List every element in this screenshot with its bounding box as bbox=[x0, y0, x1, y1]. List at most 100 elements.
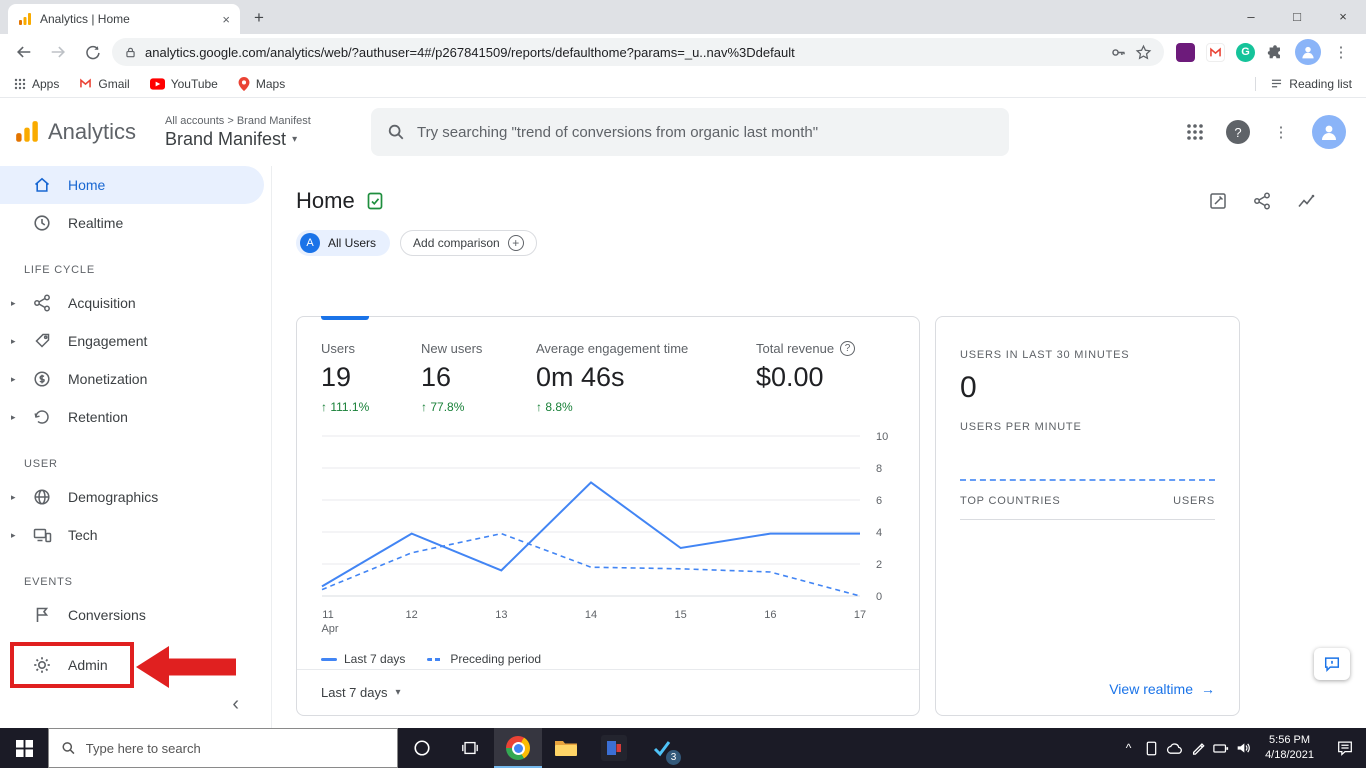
task-view-button[interactable] bbox=[446, 728, 494, 768]
sidebar-item-home[interactable]: Home bbox=[0, 166, 264, 204]
taskbar-search-box[interactable] bbox=[48, 728, 398, 768]
analytics-search-bar[interactable] bbox=[371, 108, 1009, 156]
new-tab-button[interactable]: + bbox=[246, 5, 272, 31]
page-title: Home bbox=[296, 188, 385, 214]
share-icon[interactable] bbox=[1252, 191, 1272, 211]
users-column-label: USERS bbox=[1173, 495, 1215, 507]
trend-chart-wrap: 0 2 4 6 8 10 11 12 13 14 15 16 17 Apr bbox=[321, 430, 895, 640]
action-center-button[interactable] bbox=[1324, 728, 1366, 768]
header-kebab-icon[interactable]: ⋮ bbox=[1272, 123, 1290, 141]
taskbar-chrome-button[interactable] bbox=[494, 728, 542, 768]
tray-cloud-icon[interactable] bbox=[1163, 728, 1186, 768]
bookmark-apps[interactable]: Apps bbox=[14, 77, 59, 91]
password-key-icon[interactable] bbox=[1110, 44, 1127, 61]
gmail-extension-icon[interactable] bbox=[1206, 42, 1225, 62]
taskbar-search-input[interactable] bbox=[85, 740, 385, 756]
date-range-selector[interactable]: Last 7 days ▾ bbox=[297, 669, 919, 715]
analytics-logo[interactable]: Analytics bbox=[0, 119, 165, 145]
bookmark-gmail[interactable]: Gmail bbox=[79, 76, 130, 91]
expand-arrow-icon[interactable]: ▸ bbox=[11, 530, 16, 541]
window-maximize-button[interactable]: □ bbox=[1274, 0, 1320, 33]
window-close-button[interactable]: × bbox=[1320, 0, 1366, 33]
google-apps-grid-icon[interactable] bbox=[1186, 123, 1204, 141]
legend-label: Preceding period bbox=[450, 652, 542, 666]
reading-list-label: Reading list bbox=[1289, 76, 1352, 91]
users-per-minute-label: USERS PER MINUTE bbox=[960, 421, 1082, 433]
account-avatar[interactable] bbox=[1312, 115, 1346, 149]
taskbar-clock[interactable]: 5:56 PM 4/18/2021 bbox=[1255, 733, 1324, 764]
sidebar-collapse-icon[interactable]: ‹ bbox=[232, 693, 239, 716]
reading-list-button[interactable]: Reading list bbox=[1255, 76, 1352, 91]
sidebar-item-retention[interactable]: ▸ Retention bbox=[0, 398, 271, 436]
search-input[interactable] bbox=[417, 123, 993, 141]
help-icon[interactable]: ? bbox=[1226, 120, 1250, 144]
sidebar-item-engagement[interactable]: ▸ Engagement bbox=[0, 322, 271, 360]
metric-users[interactable]: Users 19 ↑ 111.1% bbox=[321, 341, 421, 414]
all-users-chip[interactable]: A All Users bbox=[296, 230, 391, 256]
metric-delta-value: 8.8% bbox=[545, 400, 573, 414]
main-content: Home A All Users Add comparison + Users … bbox=[272, 166, 1366, 728]
sidebar-item-tech[interactable]: ▸ Tech bbox=[0, 516, 271, 554]
sidebar-item-realtime[interactable]: Realtime bbox=[0, 204, 271, 242]
extensions-area: G ⋮ bbox=[1170, 39, 1356, 65]
extensions-puzzle-icon[interactable] bbox=[1266, 43, 1284, 61]
account-selector[interactable]: Brand Manifest ▾ bbox=[165, 129, 355, 150]
browser-tab[interactable]: Analytics | Home × bbox=[8, 4, 240, 34]
bookmark-maps[interactable]: Maps bbox=[238, 76, 285, 91]
sidebar-item-conversions[interactable]: Conversions bbox=[0, 596, 271, 634]
start-button[interactable] bbox=[0, 728, 48, 768]
expand-arrow-icon[interactable]: ▸ bbox=[11, 298, 16, 309]
forward-button[interactable] bbox=[44, 38, 72, 66]
customize-report-icon[interactable] bbox=[1208, 191, 1228, 211]
metric-new-users[interactable]: New users 16 ↑ 77.8% bbox=[421, 341, 536, 414]
sidebar-item-acquisition[interactable]: ▸ Acquisition bbox=[0, 284, 271, 322]
trend-chart[interactable]: 0 2 4 6 8 10 11 12 13 14 15 16 17 Apr bbox=[321, 430, 897, 640]
bookmark-gmail-label: Gmail bbox=[98, 76, 130, 91]
view-realtime-link[interactable]: View realtime → bbox=[1109, 681, 1215, 697]
cortana-button[interactable] bbox=[398, 728, 446, 768]
sidebar-item-demographics[interactable]: ▸ Demographics bbox=[0, 478, 271, 516]
expand-arrow-icon[interactable]: ▸ bbox=[11, 374, 16, 385]
taskbar-app-button-2[interactable]: 3 bbox=[638, 728, 686, 768]
metric-total-revenue[interactable]: Total revenue ? $0.00 bbox=[756, 341, 895, 414]
bookmark-star-icon[interactable] bbox=[1135, 44, 1152, 61]
browser-profile-avatar[interactable] bbox=[1295, 39, 1321, 65]
sidebar-section-events: EVENTS bbox=[24, 576, 73, 588]
feedback-button[interactable] bbox=[1314, 648, 1350, 680]
refresh-button[interactable] bbox=[78, 38, 106, 66]
window-minimize-button[interactable]: – bbox=[1228, 0, 1274, 33]
add-comparison-chip[interactable]: Add comparison + bbox=[400, 230, 537, 256]
insights-icon[interactable] bbox=[1296, 191, 1316, 211]
sidebar-item-label: Conversions bbox=[68, 607, 146, 623]
system-tray: ^ 5:56 PM 4/18/2021 bbox=[1117, 728, 1366, 768]
back-button[interactable] bbox=[10, 38, 38, 66]
sidebar-item-label: Realtime bbox=[68, 215, 124, 231]
analytics-logo-text: Analytics bbox=[48, 119, 137, 144]
svg-text:13: 13 bbox=[495, 609, 507, 621]
tray-battery-icon[interactable] bbox=[1209, 728, 1232, 768]
browser-menu-icon[interactable]: ⋮ bbox=[1332, 43, 1350, 61]
expand-arrow-icon[interactable]: ▸ bbox=[11, 412, 16, 423]
expand-arrow-icon[interactable]: ▸ bbox=[11, 336, 16, 347]
bookmark-youtube[interactable]: YouTube bbox=[149, 77, 218, 91]
address-bar[interactable]: analytics.google.com/analytics/web/?auth… bbox=[112, 38, 1164, 66]
tray-phone-icon[interactable] bbox=[1140, 728, 1163, 768]
tab-close-icon[interactable]: × bbox=[222, 12, 230, 27]
grammarly-extension-icon[interactable]: G bbox=[1236, 42, 1255, 62]
metric-value: 0m 46s bbox=[536, 362, 625, 392]
chevron-down-icon: ▾ bbox=[395, 687, 401, 698]
metric-delta: ↑ 8.8% bbox=[536, 400, 756, 414]
window-controls: – □ × bbox=[1228, 0, 1366, 33]
taskbar-app-button-1[interactable] bbox=[590, 728, 638, 768]
tray-volume-icon[interactable] bbox=[1232, 728, 1255, 768]
sidebar-item-monetization[interactable]: ▸ Monetization bbox=[0, 360, 271, 398]
extension-icon-1[interactable] bbox=[1176, 42, 1195, 62]
tray-pen-icon[interactable] bbox=[1186, 728, 1209, 768]
help-circle-icon[interactable]: ? bbox=[840, 341, 856, 356]
metric-engagement-time[interactable]: Average engagement time 0m 46s ↑ 8.8% bbox=[536, 341, 756, 414]
notification-badge: 3 bbox=[666, 750, 681, 765]
tray-chevron-up-icon[interactable]: ^ bbox=[1117, 728, 1140, 768]
taskbar-file-explorer-button[interactable] bbox=[542, 728, 590, 768]
expand-arrow-icon[interactable]: ▸ bbox=[11, 492, 16, 503]
selected-tab-indicator bbox=[321, 316, 369, 320]
